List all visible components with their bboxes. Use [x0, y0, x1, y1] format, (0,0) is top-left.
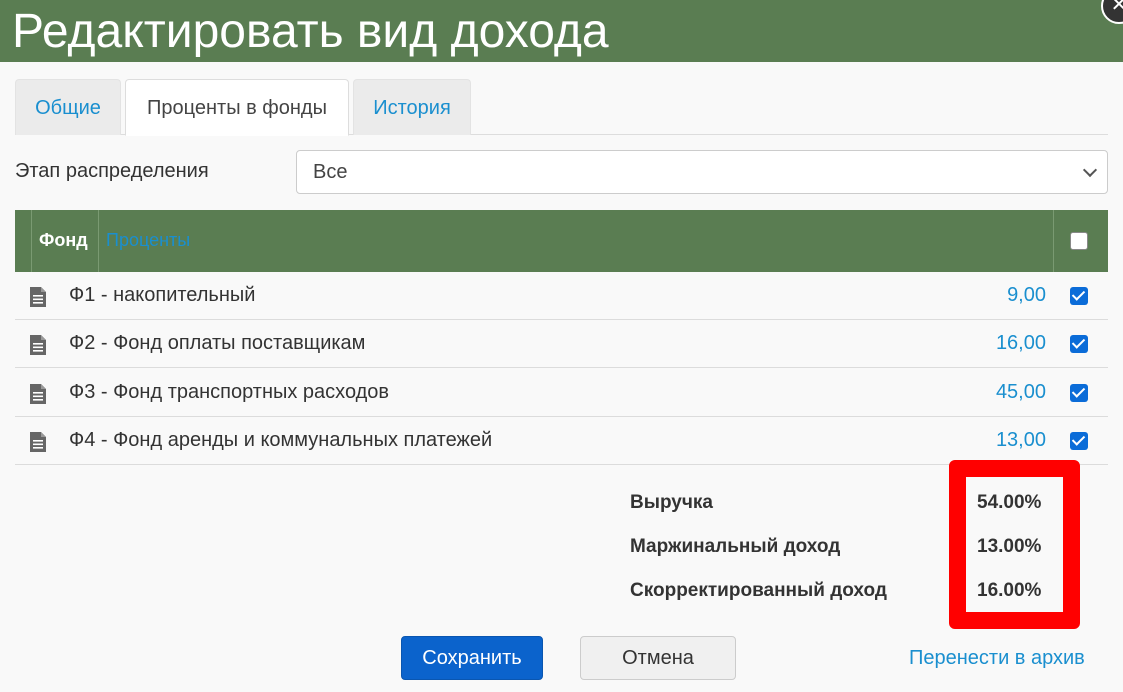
tab-fund-percentages[interactable]: Проценты в фонды	[125, 79, 349, 136]
highlight-box	[949, 460, 1080, 629]
table-header: Фонд Проценты	[15, 210, 1108, 272]
document-icon[interactable]	[29, 334, 47, 356]
tab-general[interactable]: Общие	[15, 79, 121, 135]
save-button[interactable]: Сохранить	[401, 636, 543, 680]
tab-bar: Общие Проценты в фонды История	[15, 79, 1108, 136]
stage-select-value: Все	[313, 161, 348, 183]
fund-percent-value[interactable]: 16,00	[996, 332, 1046, 355]
header-divider	[98, 210, 99, 272]
dialog-title: Редактировать вид дохода	[12, 5, 609, 58]
table-row[interactable]: Ф4 - Фонд аренды и коммунальных платежей…	[15, 417, 1108, 465]
document-icon[interactable]	[29, 286, 47, 308]
fund-checkbox[interactable]	[1070, 287, 1088, 305]
fund-name: Ф1 - накопительный	[69, 284, 256, 306]
column-header-percent[interactable]: Проценты	[106, 230, 190, 251]
stage-label: Этап распределения	[15, 160, 209, 182]
table-row[interactable]: Ф1 - накопительный 9,00	[15, 272, 1108, 320]
archive-link[interactable]: Перенести в архив	[909, 647, 1085, 670]
fund-percent-value[interactable]: 13,00	[996, 429, 1046, 452]
fund-percent-value[interactable]: 45,00	[996, 381, 1046, 404]
fund-name: Ф2 - Фонд оплаты поставщикам	[69, 332, 366, 354]
table-row[interactable]: Ф3 - Фонд транспортных расходов 45,00	[15, 369, 1108, 417]
select-all-checkbox[interactable]	[1070, 232, 1088, 250]
document-icon[interactable]	[29, 431, 47, 453]
chevron-down-icon	[1082, 162, 1098, 178]
fund-name: Ф4 - Фонд аренды и коммунальных платежей	[69, 429, 493, 451]
column-header-fund[interactable]: Фонд	[39, 230, 88, 251]
tab-history[interactable]: История	[353, 79, 471, 135]
header-divider	[31, 210, 32, 272]
table-row[interactable]: Ф2 - Фонд оплаты поставщикам 16,00	[15, 320, 1108, 368]
fund-checkbox[interactable]	[1070, 335, 1088, 353]
summary-label: Маржинальный доход	[630, 536, 841, 557]
fund-checkbox[interactable]	[1070, 432, 1088, 450]
fund-checkbox[interactable]	[1070, 384, 1088, 402]
document-icon[interactable]	[29, 383, 47, 405]
fund-name: Ф3 - Фонд транспортных расходов	[69, 381, 390, 403]
dialog-header: Редактировать вид дохода	[0, 0, 1123, 62]
summary-label: Скорректированный доход	[630, 580, 887, 601]
header-divider	[1053, 210, 1054, 272]
stage-select[interactable]: Все	[296, 150, 1108, 194]
fund-percent-value[interactable]: 9,00	[1007, 284, 1046, 307]
cancel-button[interactable]: Отмена	[580, 636, 736, 680]
summary-label: Выручка	[630, 492, 713, 513]
